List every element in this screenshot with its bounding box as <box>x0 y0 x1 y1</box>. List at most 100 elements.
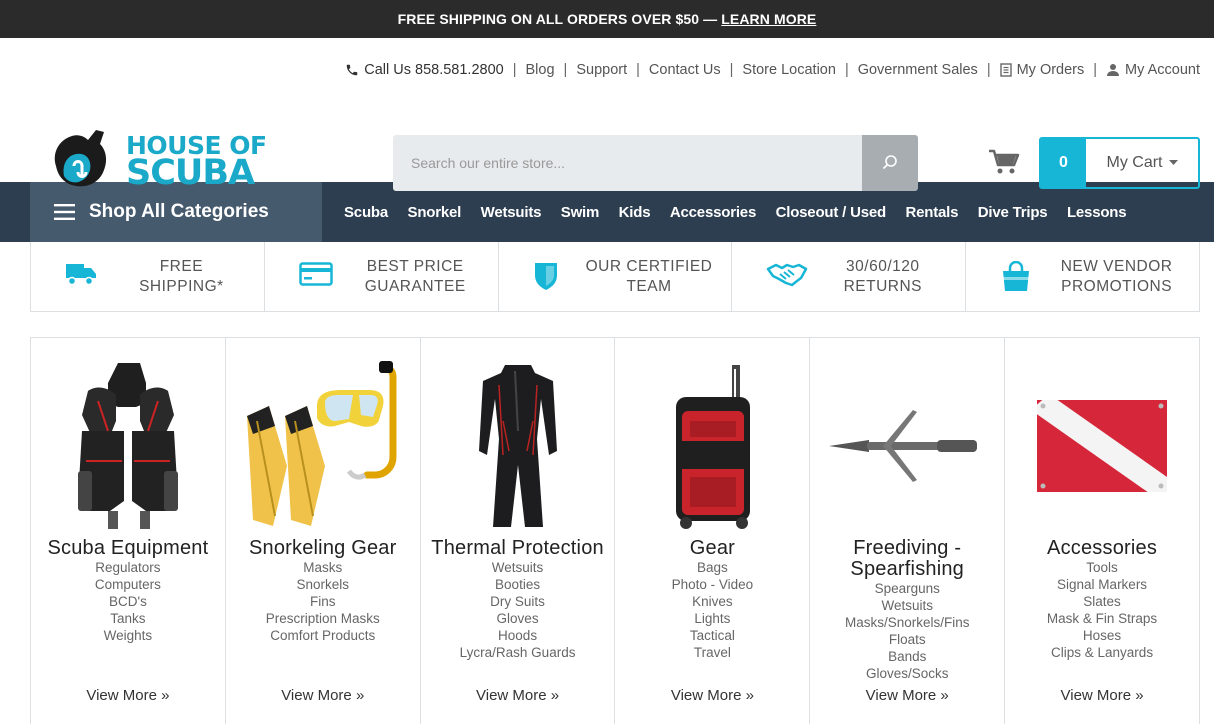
search-button[interactable] <box>862 135 918 191</box>
category-image[interactable] <box>226 356 420 536</box>
nav-link-lessons[interactable]: Lessons <box>1067 204 1127 221</box>
subcategory-link[interactable]: Bags <box>672 559 754 576</box>
feature-best-price[interactable]: BEST PRICE GUARANTEE <box>265 242 499 311</box>
subcategory-link[interactable]: Masks/Snorkels/Fins <box>845 614 970 631</box>
subcategory-link[interactable]: Bands <box>845 648 970 665</box>
view-more-link[interactable]: View More » <box>421 687 615 704</box>
subcategory-link[interactable]: Gloves/Socks <box>845 665 970 682</box>
call-us-link[interactable]: Call Us 858.581.2800 <box>345 62 504 78</box>
subcategory-link[interactable]: Computers <box>95 576 161 593</box>
category-title[interactable]: Freediving - Spearfishing <box>810 538 1004 580</box>
nav-link-scuba[interactable]: Scuba <box>344 204 388 221</box>
nav-link-swim[interactable]: Swim <box>561 204 600 221</box>
category-image[interactable] <box>1005 356 1199 536</box>
shopping-bag-icon <box>1003 261 1030 291</box>
blog-link[interactable]: Blog <box>526 62 555 78</box>
category-card-scuba-equipment: Scuba Equipment Regulators Computers BCD… <box>31 338 226 724</box>
category-title[interactable]: Snorkeling Gear <box>249 538 397 559</box>
subcategory-link[interactable]: Wetsuits <box>460 559 576 576</box>
subcategory-link[interactable]: Slates <box>1047 593 1157 610</box>
truck-icon <box>66 264 96 286</box>
phone-icon <box>347 64 358 76</box>
subcategory-link[interactable]: Lycra/Rash Guards <box>460 644 576 661</box>
subcategory-link[interactable]: Knives <box>672 593 754 610</box>
category-image[interactable] <box>615 356 809 536</box>
site-logo[interactable]: HOUSE OF SCUBA <box>48 126 267 198</box>
category-title[interactable]: Gear <box>690 538 735 559</box>
credit-card-icon <box>299 262 333 286</box>
category-title[interactable]: Accessories <box>1047 538 1157 559</box>
support-link[interactable]: Support <box>576 62 627 78</box>
cart-count: 0 <box>1041 139 1086 187</box>
category-image[interactable] <box>810 356 1004 536</box>
category-title[interactable]: Scuba Equipment <box>47 538 208 559</box>
subcategory-link[interactable]: Hoses <box>1047 627 1157 644</box>
hamburger-icon <box>54 204 75 220</box>
feature-free-shipping[interactable]: FREE SHIPPING* <box>31 242 265 311</box>
subcategory-link[interactable]: Booties <box>460 576 576 593</box>
subcategory-link[interactable]: Photo - Video <box>672 576 754 593</box>
feature-line1: BEST PRICE <box>366 257 464 275</box>
view-more-link[interactable]: View More » <box>226 687 420 704</box>
subcategory-link[interactable]: Travel <box>672 644 754 661</box>
subcategory-link[interactable]: BCD's <box>95 593 161 610</box>
subcategory-link[interactable]: Floats <box>845 631 970 648</box>
subcategory-link[interactable]: Wetsuits <box>845 597 970 614</box>
subcategory-link[interactable]: Spearguns <box>845 580 970 597</box>
subcategory-link[interactable]: Fins <box>266 593 380 610</box>
subcategory-link[interactable]: Hoods <box>460 627 576 644</box>
category-image[interactable] <box>31 356 225 536</box>
user-icon <box>1107 64 1120 76</box>
view-more-link[interactable]: View More » <box>1005 687 1199 704</box>
nav-link-dive-trips[interactable]: Dive Trips <box>978 204 1048 221</box>
subcategory-link[interactable]: Masks <box>266 559 380 576</box>
search-icon <box>882 155 897 170</box>
subcategory-link[interactable]: Weights <box>95 627 161 644</box>
my-orders-label: My Orders <box>1016 62 1085 78</box>
shield-icon <box>534 263 557 290</box>
subcategory-link[interactable]: Gloves <box>460 610 576 627</box>
nav-link-rentals[interactable]: Rentals <box>905 204 958 221</box>
subcategory-link[interactable]: Lights <box>672 610 754 627</box>
subcategory-link[interactable]: Mask & Fin Straps <box>1047 610 1157 627</box>
subcategory-link[interactable]: Dry Suits <box>460 593 576 610</box>
view-more-link[interactable]: View More » <box>615 687 809 704</box>
subcategory-link[interactable]: Snorkels <box>266 576 380 593</box>
search-input[interactable] <box>393 135 862 191</box>
category-title[interactable]: Thermal Protection <box>431 538 604 559</box>
logo-text: HOUSE OF SCUBA <box>126 133 267 191</box>
view-more-link[interactable]: View More » <box>810 687 1004 704</box>
feature-vendor-promotions[interactable]: NEW VENDOR PROMOTIONS <box>966 242 1199 311</box>
feature-line1: OUR CERTIFIED <box>585 257 713 275</box>
view-more-link[interactable]: View More » <box>31 687 225 704</box>
store-location-link[interactable]: Store Location <box>742 62 836 78</box>
learn-more-link[interactable]: LEARN MORE <box>721 11 816 27</box>
government-sales-link[interactable]: Government Sales <box>858 62 978 78</box>
promo-banner: FREE SHIPPING ON ALL ORDERS OVER $50 — L… <box>0 0 1214 38</box>
nav-link-wetsuits[interactable]: Wetsuits <box>481 204 542 221</box>
my-orders-link[interactable]: My Orders <box>999 62 1085 78</box>
subcategory-link[interactable]: Comfort Products <box>266 627 380 644</box>
my-account-link[interactable]: My Account <box>1106 62 1200 78</box>
feature-returns[interactable]: 30/60/120 RETURNS <box>732 242 967 311</box>
subcategory-list: Masks Snorkels Fins Prescription Masks C… <box>266 559 380 644</box>
category-image[interactable] <box>421 356 615 536</box>
feature-certified-team[interactable]: OUR CERTIFIED TEAM <box>499 242 733 311</box>
feature-line1: FREE <box>159 257 204 275</box>
nav-link-closeout[interactable]: Closeout / Used <box>776 204 887 221</box>
subcategory-link[interactable]: Tanks <box>95 610 161 627</box>
subcategory-link[interactable]: Tools <box>1047 559 1157 576</box>
wetsuit-image <box>478 365 557 527</box>
subcategory-link[interactable]: Prescription Masks <box>266 610 380 627</box>
nav-link-kids[interactable]: Kids <box>619 204 651 221</box>
nav-link-accessories[interactable]: Accessories <box>670 204 756 221</box>
subcategory-link[interactable]: Signal Markers <box>1047 576 1157 593</box>
my-cart-button[interactable]: 0 My Cart <box>1039 137 1200 189</box>
subcategory-link[interactable]: Regulators <box>95 559 161 576</box>
nav-link-snorkel[interactable]: Snorkel <box>408 204 462 221</box>
separator: | <box>512 62 517 78</box>
contact-us-link[interactable]: Contact Us <box>649 62 721 78</box>
cart-icon[interactable] <box>988 148 1020 181</box>
subcategory-link[interactable]: Clips & Lanyards <box>1047 644 1157 661</box>
subcategory-link[interactable]: Tactical <box>672 627 754 644</box>
